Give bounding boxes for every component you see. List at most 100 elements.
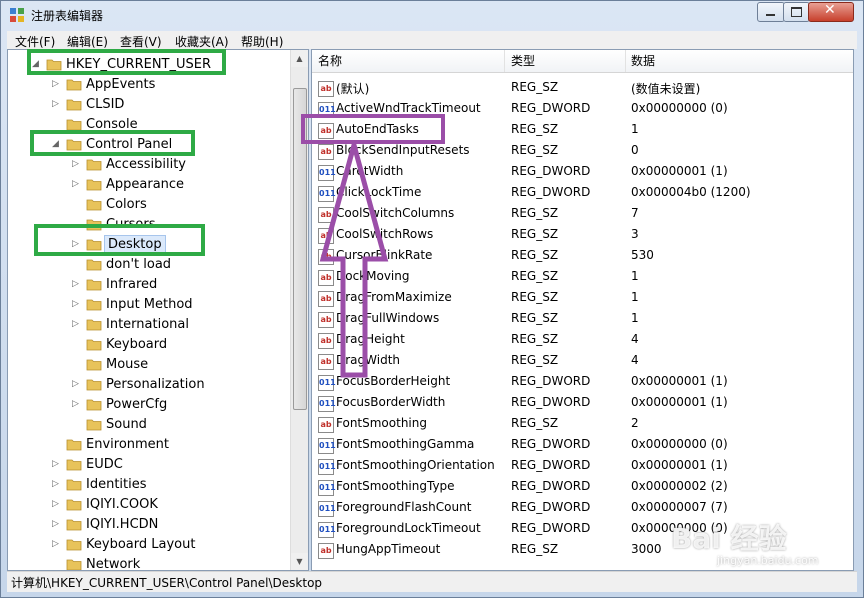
expand-arrow-icon[interactable]: ▷ — [52, 79, 62, 89]
tree-node[interactable]: Keyboard — [72, 335, 308, 355]
tree-node[interactable]: ▷ IQIYI.HCDN — [52, 515, 292, 535]
tree-node[interactable]: ▷ AppEvents — [52, 75, 292, 95]
value-row[interactable]: ab DragHeight REG_SZ 4 — [312, 330, 848, 351]
expand-arrow-icon[interactable] — [72, 199, 82, 209]
tree-node[interactable]: ▷ Accessibility — [72, 155, 308, 175]
tree-node[interactable]: ▷ Identities — [52, 475, 292, 495]
value-row[interactable]: ab CoolSwitchRows REG_SZ 3 — [312, 225, 848, 246]
minimize-button[interactable] — [757, 2, 785, 22]
tree-node[interactable]: Sound — [72, 415, 308, 435]
value-type: REG_SZ — [511, 122, 559, 136]
tree-node[interactable]: ▷ Appearance — [72, 175, 308, 195]
tree-node[interactable]: ▷ Infrared — [72, 275, 308, 295]
tree-node[interactable]: ▷ IQIYI.COOK — [52, 495, 292, 515]
menu-edit[interactable]: 编辑(E) — [67, 33, 108, 50]
expand-arrow-icon[interactable] — [52, 559, 62, 569]
value-row[interactable]: 011 FontSmoothingType REG_DWORD 0x00000002 … — [312, 477, 848, 498]
value-row[interactable]: ab DockMoving REG_SZ 1 — [312, 267, 848, 288]
tree-node[interactable]: Network — [52, 555, 292, 570]
value-data: 0x00000001 (1) — [631, 374, 728, 388]
value-data: 3 — [631, 227, 639, 241]
value-data: 0x00000001 (1) — [631, 164, 728, 178]
value-type: REG_SZ — [511, 290, 559, 304]
value-row[interactable]: 011 ClickLockTime REG_DWORD 0x000004b0 (120… — [312, 183, 848, 204]
minimize-icon — [766, 14, 775, 16]
column-type-header[interactable]: 类型 — [505, 50, 626, 72]
tree-node-label: IQIYI.HCDN — [86, 517, 159, 532]
value-row[interactable]: ab CursorBlinkRate REG_SZ 530 — [312, 246, 848, 267]
value-row[interactable]: ab DragFullWindows REG_SZ 1 — [312, 309, 848, 330]
tree-node[interactable]: ▷ PowerCfg — [72, 395, 308, 415]
tree-node[interactable]: ▷ Input Method — [72, 295, 308, 315]
expand-arrow-icon[interactable] — [72, 339, 82, 349]
value-row[interactable]: 011 FocusBorderWidth REG_DWORD 0x00000001 (… — [312, 393, 848, 414]
expand-arrow-icon[interactable]: ▷ — [72, 319, 82, 329]
value-type: REG_SZ — [511, 206, 559, 220]
tree-node-label: don't load — [106, 257, 172, 272]
expand-arrow-icon[interactable]: ▷ — [52, 479, 62, 489]
title-bar[interactable]: 注册表编辑器 ✕ — [1, 1, 863, 29]
value-row[interactable]: 011 CaretWidth REG_DWORD 0x00000001 (1) — [312, 162, 848, 183]
value-row[interactable]: ab DragWidth REG_SZ 4 — [312, 351, 848, 372]
value-row[interactable]: ab (默认) REG_SZ (数值未设置) — [312, 78, 848, 99]
tree-node[interactable]: ▷ EUDC — [52, 455, 292, 475]
expand-arrow-icon[interactable] — [72, 259, 82, 269]
column-data-header[interactable]: 数据 — [625, 50, 831, 72]
value-data: 530 — [631, 248, 654, 262]
value-name: ForegroundLockTimeout — [336, 521, 481, 535]
value-name: ActiveWndTrackTimeout — [336, 101, 481, 115]
expand-arrow-icon[interactable] — [52, 119, 62, 129]
tree-node[interactable]: Environment — [52, 435, 292, 455]
menu-favorites[interactable]: 收藏夹(A) — [175, 33, 229, 50]
value-row[interactable]: ab DragFromMaximize REG_SZ 1 — [312, 288, 848, 309]
expand-arrow-icon[interactable]: ▷ — [72, 159, 82, 169]
expand-arrow-icon[interactable]: ▷ — [52, 99, 62, 109]
close-button[interactable]: ✕ — [808, 2, 854, 22]
tree-node[interactable]: ▷ Keyboard Layout — [52, 535, 292, 555]
expand-arrow-icon[interactable]: ▷ — [72, 299, 82, 309]
value-row[interactable]: ab CoolSwitchColumns REG_SZ 7 — [312, 204, 848, 225]
value-row[interactable]: 011 ForegroundFlashCount REG_DWORD 0x000000… — [312, 498, 848, 519]
maximize-button[interactable] — [783, 2, 810, 22]
expand-arrow-icon[interactable] — [72, 359, 82, 369]
value-data: 0x00000001 (1) — [631, 458, 728, 472]
scroll-up-icon[interactable]: ▲ — [291, 50, 308, 67]
tree-node[interactable]: ▷ CLSID — [52, 95, 292, 115]
value-row[interactable]: ab FontSmoothing REG_SZ 2 — [312, 414, 848, 435]
expand-arrow-icon[interactable]: ▷ — [72, 279, 82, 289]
tree-node[interactable]: Mouse — [72, 355, 308, 375]
value-data: 0x00000000 (0) — [631, 101, 728, 115]
expand-arrow-icon[interactable]: ▷ — [52, 519, 62, 529]
value-row[interactable]: 011 FontSmoothingGamma REG_DWORD 0x00000000… — [312, 435, 848, 456]
tree-node-label: Colors — [106, 197, 147, 212]
value-data: 3000 — [631, 542, 662, 556]
menu-help[interactable]: 帮助(H) — [241, 33, 283, 50]
tree-node[interactable]: ▷ International — [72, 315, 308, 335]
column-name-header[interactable]: 名称 — [312, 50, 505, 72]
expand-arrow-icon[interactable] — [52, 439, 62, 449]
tree-node[interactable]: don't load — [72, 255, 308, 275]
value-type: REG_DWORD — [511, 437, 591, 451]
value-row[interactable]: 011 FontSmoothingOrientation REG_DWORD 0x00… — [312, 456, 848, 477]
registry-tree[interactable]: ◢ HKEY_CURRENT_USER ▷ AppEvents ▷ CLSID Consol… — [7, 49, 309, 571]
expand-arrow-icon[interactable]: ▷ — [52, 499, 62, 509]
expand-arrow-icon[interactable]: ▷ — [52, 459, 62, 469]
expand-arrow-icon[interactable]: ▷ — [72, 379, 82, 389]
value-type: REG_SZ — [511, 332, 559, 346]
tree-node-label: IQIYI.COOK — [86, 497, 158, 512]
expand-arrow-icon[interactable]: ▷ — [72, 399, 82, 409]
tree-node-label: Mouse — [106, 357, 149, 372]
value-row[interactable]: ab BlockSendInputResets REG_SZ 0 — [312, 141, 848, 162]
value-type: REG_DWORD — [511, 374, 591, 388]
value-row[interactable]: 011 FocusBorderHeight REG_DWORD 0x00000001 … — [312, 372, 848, 393]
watermark-url: jingyan.baidu.com — [717, 554, 819, 567]
expand-arrow-icon[interactable] — [72, 419, 82, 429]
value-type: REG_SZ — [511, 311, 559, 325]
tree-node[interactable]: ▷ Personalization — [72, 375, 308, 395]
menu-file[interactable]: 文件(F) — [15, 33, 55, 50]
scroll-down-icon[interactable]: ▼ — [291, 553, 308, 570]
tree-node[interactable]: Colors — [72, 195, 308, 215]
menu-view[interactable]: 查看(V) — [120, 33, 162, 50]
expand-arrow-icon[interactable]: ▷ — [72, 179, 82, 189]
expand-arrow-icon[interactable]: ▷ — [52, 539, 62, 549]
